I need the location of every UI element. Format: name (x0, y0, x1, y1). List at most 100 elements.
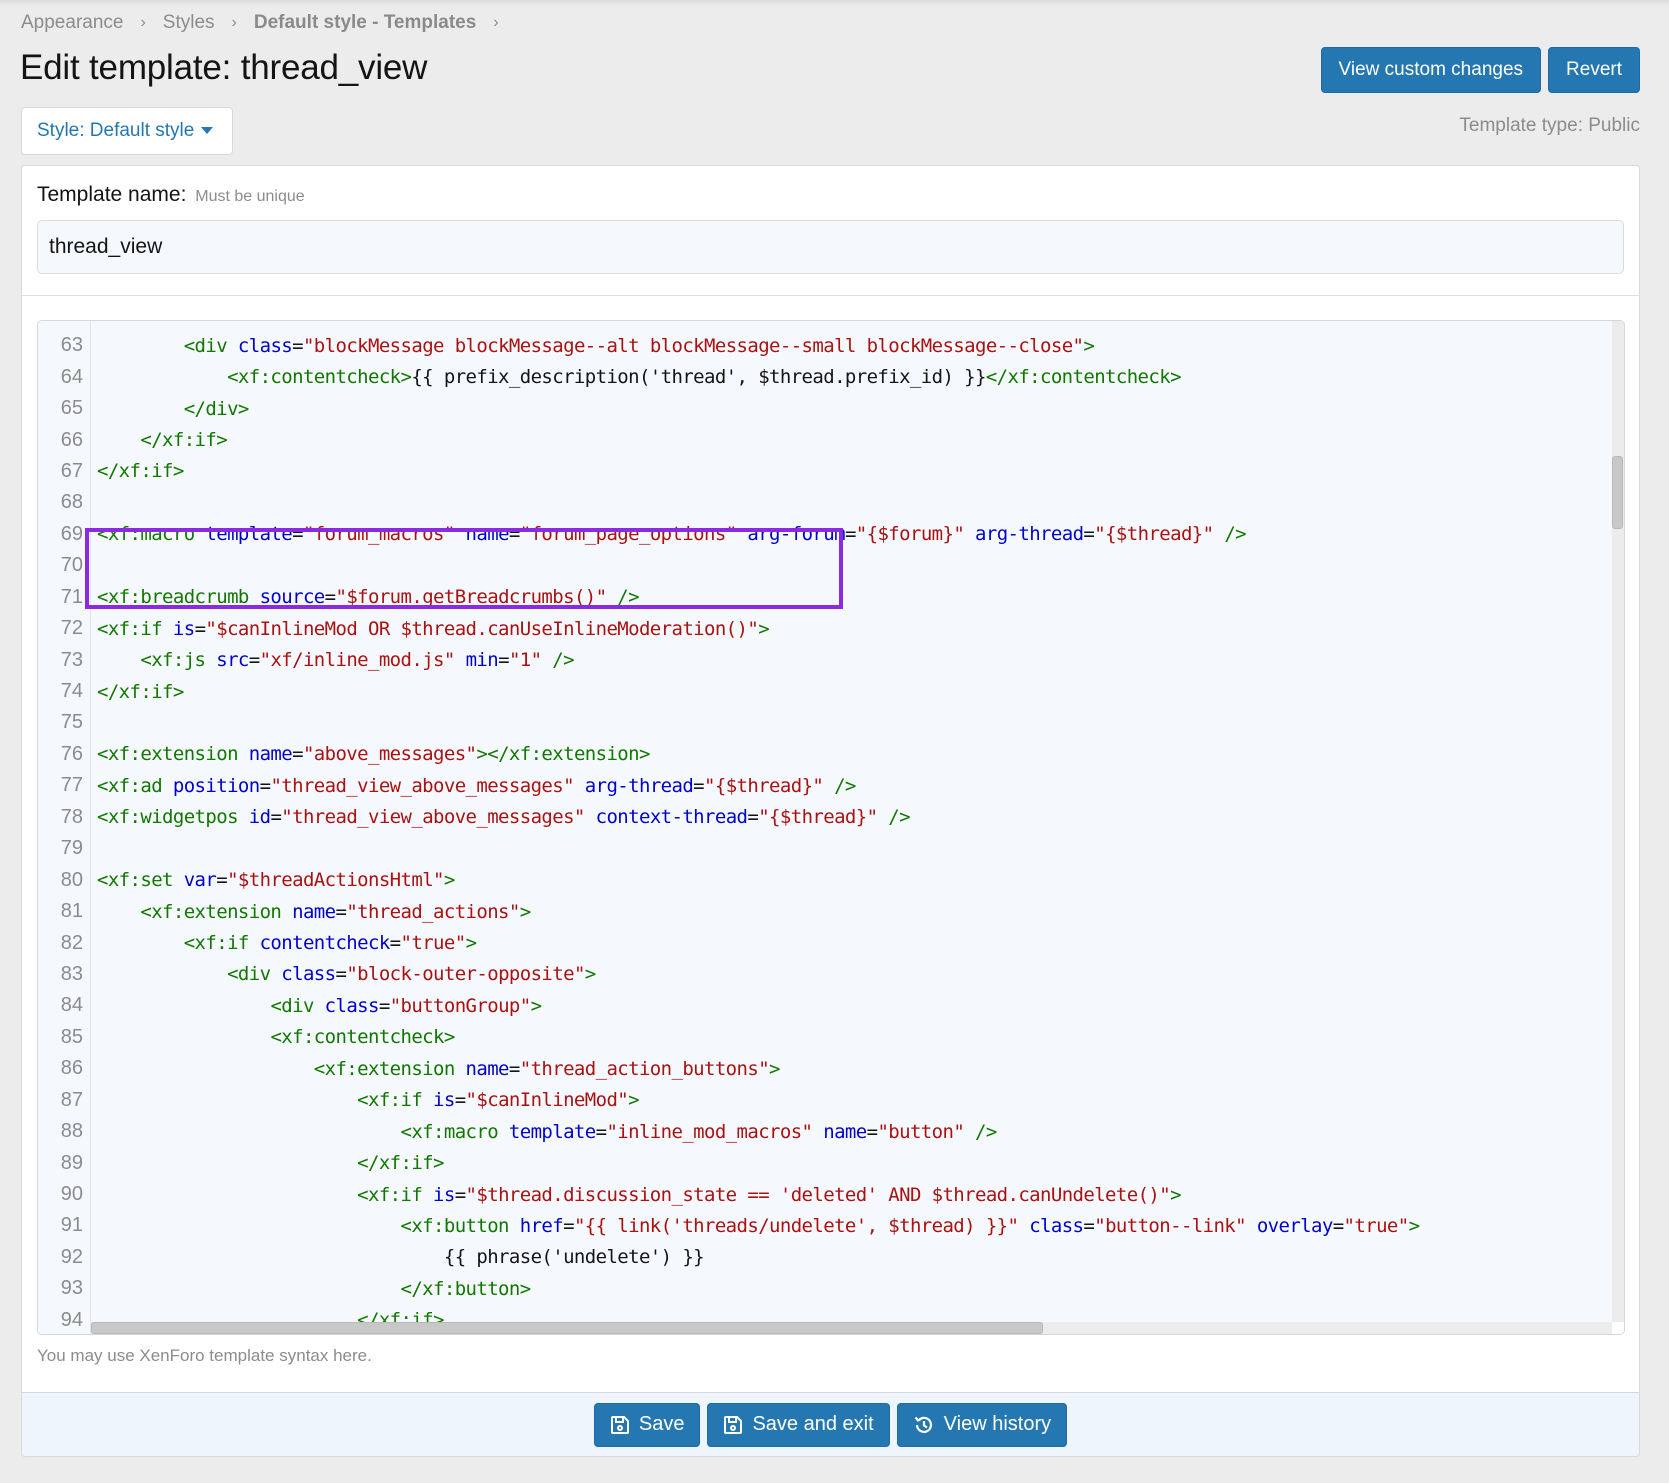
code-token-attr: href (519, 1214, 564, 1237)
code-line[interactable]: 87 <xf:if is="$canInlineMod"> (38, 1085, 1624, 1116)
code-text: <xf:set var="$threadActionsHtml"> (83, 869, 455, 891)
save-button[interactable]: Save (593, 1402, 701, 1447)
code-line[interactable]: 93 </xf:button> (38, 1273, 1624, 1304)
code-line[interactable]: 88 <xf:macro template="inline_mod_macros… (38, 1116, 1624, 1147)
code-text: </xf:if> (83, 681, 184, 703)
code-token-str: "{$thread}" (704, 774, 824, 797)
code-token-eq: = (335, 900, 347, 923)
code-line[interactable]: 86 <xf:extension name="thread_action_but… (38, 1053, 1624, 1084)
breadcrumb: Appearance › Styles › Default style - Te… (21, 10, 516, 36)
code-line[interactable]: 67 </xf:if> (38, 456, 1624, 487)
line-number: 93 (60, 1277, 83, 1300)
vertical-scrollbar-thumb[interactable] (1612, 456, 1623, 529)
code-token-attr: class (1029, 1214, 1084, 1237)
line-number: 69 (60, 522, 83, 545)
line-number: 66 (60, 428, 83, 451)
code-lines[interactable]: 63 <div class="blockMessage blockMessage… (38, 330, 1624, 1334)
code-token-str: "thread_action_buttons" (519, 1057, 770, 1080)
code-line[interactable]: 65 </div> (38, 393, 1624, 424)
code-line[interactable]: 70 (38, 550, 1624, 581)
code-line[interactable]: 81 <xf:extension name="thread_actions"> (38, 896, 1624, 927)
code-line[interactable]: 90 <xf:if is="$thread.discussion_state =… (38, 1179, 1624, 1210)
code-token-str: "$canInlineMod" (465, 1089, 629, 1112)
code-line[interactable]: 80 <xf:set var="$threadActionsHtml"> (38, 864, 1624, 895)
view-custom-changes-button[interactable]: View custom changes (1320, 47, 1542, 93)
code-line[interactable]: 82 <xf:if contentcheck="true"> (38, 927, 1624, 958)
code-token-str: "$thread.discussion_state == 'deleted' A… (465, 1183, 1171, 1206)
code-token-str: "thread_actions" (346, 900, 520, 923)
code-token-eq: = (389, 932, 401, 955)
code-token-tag: <xf:breadcrumb (97, 586, 260, 609)
code-text: <xf:button href="{{ link('threads/undele… (83, 1214, 1421, 1237)
code-line[interactable]: 78 <xf:widgetpos id="thread_view_above_me… (38, 802, 1624, 833)
code-line[interactable]: 72 <xf:if is="$canInlineMod OR $thread.ca… (38, 613, 1624, 644)
code-line[interactable]: 75 (38, 707, 1624, 738)
code-line[interactable]: 69 <xf:macro template="forum_macros" name… (38, 519, 1624, 550)
template-name-label: Template name: Must be unique (37, 183, 305, 207)
code-token-attr: name (248, 743, 293, 766)
code-line[interactable]: 89 </xf:if> (38, 1147, 1624, 1178)
code-token-txt: {{ phrase('undelete') }} (443, 1246, 705, 1269)
line-number: 67 (60, 459, 83, 482)
breadcrumb-default-style-templates[interactable]: Default style - Templates (254, 12, 476, 34)
style-chooser-button[interactable]: Style: Default style (21, 107, 233, 155)
code-token-eq: = (747, 806, 759, 829)
code-text: <xf:ad position="thread_view_above_messa… (83, 775, 856, 797)
chevron-right-icon: › (493, 14, 499, 31)
code-token-str: "xf/inline_mod.js" (259, 649, 456, 672)
line-number: 87 (60, 1088, 83, 1111)
code-token-tag: </xf:if> (357, 1152, 444, 1175)
code-line[interactable]: 74 </xf:if> (38, 676, 1624, 707)
code-token-eq: = (866, 1120, 878, 1143)
line-number: 80 (60, 868, 83, 891)
line-number: 73 (60, 648, 83, 671)
template-name-input[interactable] (37, 220, 1624, 274)
code-token-eq: = (508, 523, 520, 546)
code-line[interactable]: 76 <xf:extension name="above_messages"></… (38, 739, 1624, 770)
code-line[interactable]: 91 <xf:button href="{{ link('threads/und… (38, 1210, 1624, 1241)
code-token-attr: overlay (1256, 1214, 1333, 1237)
code-line[interactable]: 73 <xf:js src="xf/inline_mod.js" min="1"… (38, 644, 1624, 675)
code-token-tag: </xf:if> (140, 429, 228, 452)
code-token-str: "$threadActionsHtml" (227, 869, 444, 892)
breadcrumb-appearance[interactable]: Appearance (21, 12, 123, 34)
code-token-tag: > (530, 994, 542, 1017)
code-token-txt: {{ prefix_description('thread', $thread.… (411, 366, 986, 389)
code-line[interactable]: 79 (38, 833, 1624, 864)
code-token-eq: = (595, 1120, 607, 1143)
code-line[interactable]: 77 <xf:ad position="thread_view_above_mes… (38, 770, 1624, 801)
code-token-tag: > (1408, 1214, 1420, 1237)
revert-button[interactable]: Revert (1548, 47, 1640, 93)
code-line[interactable]: 92 {{ phrase('undelete') }} (38, 1242, 1624, 1273)
code-token-attr: min (465, 649, 499, 672)
code-line[interactable]: 71 <xf:breadcrumb source="$forum.getBread… (38, 582, 1624, 613)
code-token-tag: <xf:extension (97, 743, 249, 766)
code-token-tag: > (1170, 1183, 1181, 1206)
code-token-eq: = (1083, 1214, 1095, 1237)
code-line[interactable]: 68 (38, 487, 1624, 518)
code-line[interactable]: 64 <xf:contentcheck>{{ prefix_descriptio… (38, 361, 1624, 392)
code-line[interactable]: 85 <xf:contentcheck> (38, 1022, 1624, 1053)
code-token-attr: name (465, 1057, 510, 1080)
code-line[interactable]: 66 </xf:if> (38, 424, 1624, 455)
code-token-tag: > (1083, 334, 1095, 357)
code-line[interactable]: 84 <div class="buttonGroup"> (38, 990, 1624, 1021)
code-line[interactable]: 83 <div class="block-outer-opposite"> (38, 959, 1624, 990)
code-token-tag: <xf:extension (313, 1057, 466, 1080)
code-token-eq: = (259, 774, 271, 797)
code-editor[interactable]: 63 <div class="blockMessage blockMessage… (37, 320, 1625, 1335)
save-and-exit-button[interactable]: Save and exit (707, 1402, 890, 1447)
code-line[interactable]: 63 <div class="blockMessage blockMessage… (38, 330, 1624, 361)
header-actions: View custom changes Revert (1320, 47, 1640, 93)
code-token-str: "inline_mod_macros" (606, 1120, 813, 1143)
horizontal-scrollbar-thumb[interactable] (91, 1322, 1043, 1334)
breadcrumb-styles[interactable]: Styles (163, 12, 215, 34)
view-history-button[interactable]: View history (896, 1402, 1068, 1447)
